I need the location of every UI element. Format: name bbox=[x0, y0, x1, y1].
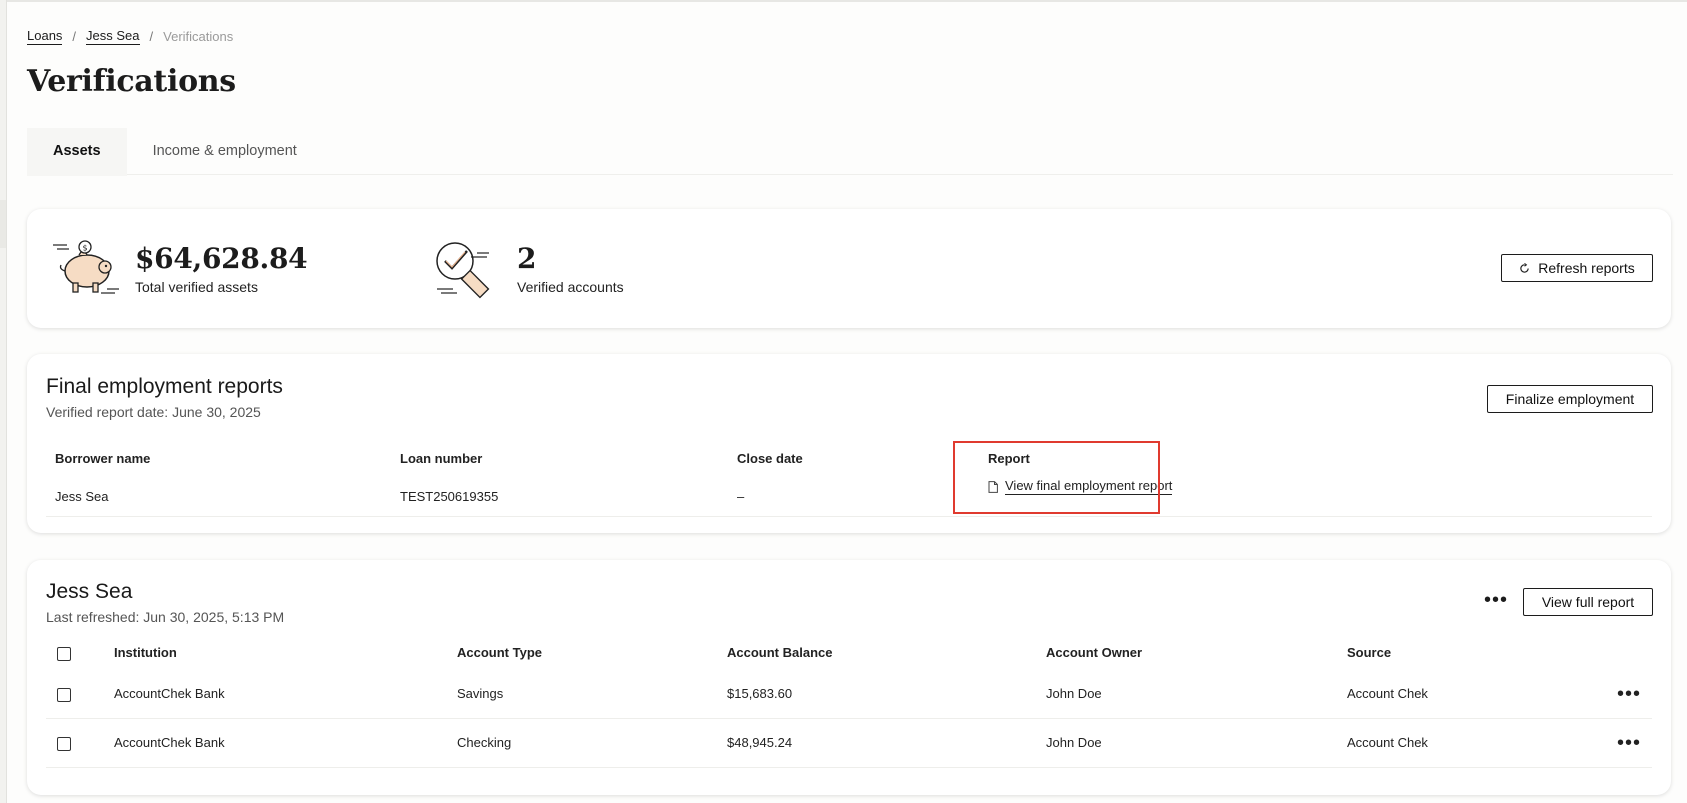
source-cell: Account Chek bbox=[1347, 735, 1428, 750]
total-assets-label: Total verified assets bbox=[135, 279, 258, 295]
institution-cell: AccountChek Bank bbox=[114, 735, 225, 750]
more-options-icon[interactable]: ••• bbox=[1484, 590, 1508, 610]
row-more-options-icon[interactable]: ••• bbox=[1617, 670, 1641, 718]
column-header-institution: Institution bbox=[114, 645, 177, 660]
breadcrumb-loans-link[interactable]: Loans bbox=[27, 28, 63, 45]
employment-section-title: Final employment reports bbox=[46, 375, 283, 398]
refresh-reports-label: Refresh reports bbox=[1538, 260, 1635, 276]
table-row: AccountChek Bank Savings $15,683.60 John… bbox=[46, 670, 1652, 719]
verified-accounts-label: Verified accounts bbox=[517, 279, 624, 295]
view-final-employment-report-link[interactable]: View final employment report bbox=[988, 478, 1173, 495]
table-row: Jess Sea TEST250619355 – View final empl… bbox=[46, 478, 1652, 517]
total-assets-text: $64,628.84 Total verified assets bbox=[135, 242, 308, 296]
tab-income-employment[interactable]: Income & employment bbox=[127, 128, 323, 174]
account-owner-cell: John Doe bbox=[1046, 686, 1102, 701]
total-assets-stat: $ $64,628.84 Total verified assets bbox=[49, 237, 308, 301]
close-date-cell: – bbox=[737, 489, 745, 504]
employment-reports-table: Borrower name Loan number Close date Rep… bbox=[46, 440, 1652, 517]
last-refreshed-text: Last refreshed: Jun 30, 2025, 5:13 PM bbox=[46, 609, 285, 625]
table-header-row: Institution Account Type Account Balance… bbox=[46, 636, 1652, 670]
row-checkbox[interactable] bbox=[57, 687, 71, 702]
source-cell: Account Chek bbox=[1347, 686, 1428, 701]
account-owner-cell: John Doe bbox=[1046, 735, 1102, 750]
verified-accounts-value: 2 bbox=[517, 242, 537, 275]
borrower-name-cell: Jess Sea bbox=[55, 489, 109, 504]
column-header-account-type: Account Type bbox=[457, 645, 542, 660]
view-final-employment-report-label: View final employment report bbox=[1005, 478, 1173, 495]
verified-accounts-text: 2 Verified accounts bbox=[517, 242, 624, 296]
column-header-borrower-name: Borrower name bbox=[55, 451, 151, 466]
row-checkbox-cell bbox=[57, 670, 71, 718]
piggy-bank-icon: $ bbox=[53, 240, 119, 294]
table-row: AccountChek Bank Checking $48,945.24 Joh… bbox=[46, 719, 1652, 768]
breadcrumb-separator: / bbox=[72, 29, 77, 44]
column-header-loan-number: Loan number bbox=[400, 451, 483, 466]
column-header-account-balance: Account Balance bbox=[727, 645, 833, 660]
document-icon bbox=[988, 480, 998, 493]
select-all-checkbox-cell bbox=[57, 636, 71, 670]
svg-text:$: $ bbox=[83, 244, 88, 253]
breadcrumb: Loans / Jess Sea / Verifications bbox=[27, 28, 233, 45]
row-checkbox-cell bbox=[57, 719, 71, 767]
verified-accounts-stat: 2 Verified accounts bbox=[431, 237, 624, 301]
row-checkbox[interactable] bbox=[57, 736, 71, 751]
assets-summary-card: $ $64,628.84 Total verified assets 2 Ver… bbox=[27, 209, 1671, 328]
view-full-report-button[interactable]: View full report bbox=[1523, 588, 1653, 616]
table-header-row: Borrower name Loan number Close date Rep… bbox=[46, 440, 1652, 478]
view-full-report-label: View full report bbox=[1541, 594, 1635, 610]
account-type-cell: Checking bbox=[457, 735, 512, 750]
page-content: Loans / Jess Sea / Verifications Verific… bbox=[6, 0, 1687, 803]
column-header-account-owner: Account Owner bbox=[1046, 645, 1143, 660]
accounts-table: Institution Account Type Account Balance… bbox=[46, 636, 1652, 768]
column-header-close-date: Close date bbox=[737, 451, 803, 466]
total-assets-value: $64,628.84 bbox=[135, 242, 308, 275]
select-all-checkbox[interactable] bbox=[57, 646, 71, 661]
account-balance-cell: $48,945.24 bbox=[727, 735, 793, 750]
page-title: Verifications bbox=[27, 64, 236, 99]
breadcrumb-borrower-link[interactable]: Jess Sea bbox=[86, 28, 140, 45]
employment-report-date: Verified report date: June 30, 2025 bbox=[46, 404, 261, 420]
finalize-employment-label: Finalize employment bbox=[1505, 391, 1635, 407]
column-header-report: Report bbox=[988, 451, 1030, 466]
account-balance-cell: $15,683.60 bbox=[727, 686, 793, 701]
borrower-section-title: Jess Sea bbox=[46, 580, 133, 603]
column-header-source: Source bbox=[1347, 645, 1392, 660]
finalize-employment-button[interactable]: Finalize employment bbox=[1487, 385, 1653, 413]
loan-number-cell: TEST250619355 bbox=[400, 489, 499, 504]
tab-assets[interactable]: Assets bbox=[27, 128, 127, 176]
breadcrumb-separator: / bbox=[149, 29, 154, 44]
final-employment-reports-card: Final employment reports Verified report… bbox=[27, 354, 1671, 533]
institution-cell: AccountChek Bank bbox=[114, 686, 225, 701]
report-cell: View final employment report bbox=[988, 478, 1173, 516]
breadcrumb-current: Verifications bbox=[163, 29, 234, 44]
verified-check-icon bbox=[436, 242, 490, 299]
tab-bar: Assets Income & employment bbox=[27, 128, 1673, 176]
refresh-reports-button[interactable]: Refresh reports bbox=[1501, 254, 1653, 282]
row-more-options-icon[interactable]: ••• bbox=[1617, 719, 1641, 767]
refresh-icon bbox=[1520, 262, 1530, 273]
account-type-cell: Savings bbox=[457, 686, 504, 701]
borrower-accounts-card: Jess Sea Last refreshed: Jun 30, 2025, 5… bbox=[27, 560, 1671, 795]
